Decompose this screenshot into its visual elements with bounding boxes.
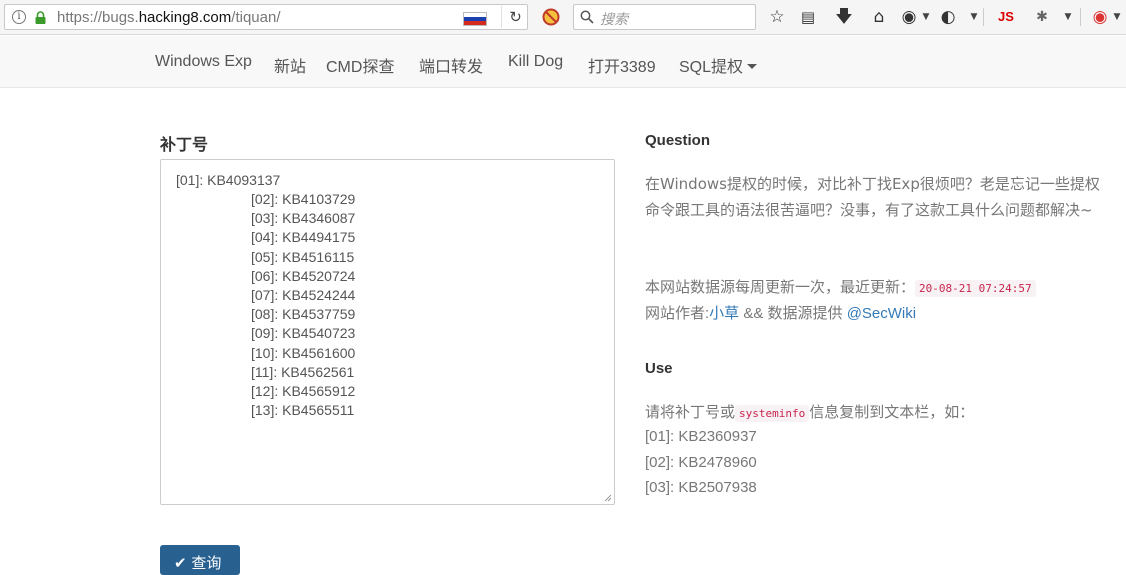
address-bar[interactable]: i https://bugs.hacking8.com/tiquan/ ↻ bbox=[4, 4, 528, 30]
kb-line: [13]: KB4565511 bbox=[251, 402, 355, 418]
resize-grip-icon[interactable] bbox=[604, 494, 612, 502]
patch-title: 补丁号 bbox=[160, 135, 209, 154]
query-label: 查询 bbox=[191, 554, 222, 572]
search-placeholder: 搜索 bbox=[600, 12, 628, 28]
kb-line: [07]: KB4524244 bbox=[251, 287, 356, 303]
author-prefix: 网站作者: bbox=[645, 305, 710, 322]
palette-icon[interactable]: ◐ bbox=[937, 6, 959, 28]
secwiki-link[interactable]: @SecWiki bbox=[847, 305, 916, 322]
url-text[interactable]: https://bugs.hacking8.com/tiquan/ bbox=[57, 9, 281, 26]
chevron-down-icon[interactable]: ▼ bbox=[915, 6, 937, 28]
kb-line: [10]: KB4561600 bbox=[251, 345, 356, 361]
russia-flag-icon[interactable] bbox=[463, 12, 487, 26]
nav-windows-exp[interactable]: Windows Exp bbox=[155, 53, 252, 71]
reading-list-icon[interactable]: ▤ bbox=[797, 6, 819, 28]
use-instruction: 请将补丁号或 systeminfo 信息复制到文本栏，如： bbox=[645, 401, 974, 422]
toolbar-divider bbox=[983, 8, 984, 26]
author-line: 网站作者:小草 && 数据源提供 @SecWiki bbox=[645, 302, 916, 323]
systeminfo-code: systeminfo bbox=[735, 405, 810, 422]
lock-icon bbox=[35, 11, 46, 24]
update-timestamp: 20-08-21 07:24:57 bbox=[915, 280, 1036, 297]
home-icon[interactable]: ⌂ bbox=[868, 6, 890, 28]
example-line: [01]: KB2360937 bbox=[645, 428, 757, 445]
kb-line: [03]: KB4346087 bbox=[251, 210, 356, 226]
author-mid: && 数据源提供 bbox=[739, 305, 847, 322]
info-icon[interactable]: i bbox=[12, 10, 26, 24]
use-suffix: 信息复制到文本栏，如： bbox=[809, 404, 975, 421]
nav-kill-dog[interactable]: Kill Dog bbox=[508, 53, 563, 71]
nav-new-site[interactable]: 新站 bbox=[274, 53, 306, 77]
nav-open-3389[interactable]: 打开3389 bbox=[588, 53, 656, 77]
author-link[interactable]: 小草 bbox=[709, 305, 739, 322]
question-heading: Question bbox=[645, 132, 711, 149]
nav-port-forward[interactable]: 端口转发 bbox=[419, 53, 483, 77]
kb-line: [12]: KB4565912 bbox=[251, 383, 356, 399]
use-prefix: 请将补丁号或 bbox=[645, 404, 736, 421]
nav-cmd-probe[interactable]: CMD探查 bbox=[326, 53, 394, 77]
reload-icon[interactable]: ↻ bbox=[501, 6, 529, 28]
use-heading: Use bbox=[645, 360, 673, 377]
bookmark-star-icon[interactable]: ☆ bbox=[766, 6, 788, 28]
browser-toolbar: i https://bugs.hacking8.com/tiquan/ ↻ 搜索… bbox=[0, 0, 1126, 35]
search-icon bbox=[580, 10, 594, 24]
example-line: [02]: KB2478960 bbox=[645, 454, 757, 471]
chevron-down-icon[interactable]: ▼ bbox=[1106, 6, 1126, 28]
kb-line: [06]: KB4520724 bbox=[251, 268, 356, 284]
kb-line: [09]: KB4540723 bbox=[251, 325, 356, 341]
site-navbar: Windows Exp 新站 CMD探查 端口转发 Kill Dog 打开338… bbox=[0, 36, 1126, 88]
patch-textarea[interactable]: [01]: KB4093137 [02]: KB4103729 [03]: KB… bbox=[160, 159, 615, 505]
nav-sql-label: SQL提权 bbox=[679, 59, 744, 76]
download-icon[interactable]: 🡇 bbox=[833, 6, 855, 28]
kb-line: [08]: KB4537759 bbox=[251, 306, 356, 322]
update-prefix: 本网站数据源每周更新一次，最近更新： bbox=[645, 279, 916, 296]
nav-sql-privesc-dropdown[interactable]: SQL提权 bbox=[679, 53, 758, 77]
js-toggle-icon[interactable]: JS bbox=[995, 6, 1017, 28]
update-line: 本网站数据源每周更新一次，最近更新： 20-08-21 07:24:57 bbox=[645, 276, 1036, 297]
question-text: 在Windows提权的时候，对比补丁找Exp很烦吧？老是忘记一些提权命令跟工具的… bbox=[645, 175, 1100, 219]
example-line: [03]: KB2507938 bbox=[645, 479, 757, 496]
kb-line: [05]: KB4516115 bbox=[251, 249, 355, 265]
caret-down-icon bbox=[747, 64, 758, 69]
kb-line: [11]: KB4562561 bbox=[251, 364, 355, 380]
query-button[interactable]: ✔ 查询 bbox=[160, 545, 240, 575]
bug-icon[interactable]: ✱ bbox=[1031, 6, 1053, 28]
search-bar[interactable]: 搜索 bbox=[573, 4, 756, 30]
kb-line: [04]: KB4494175 bbox=[251, 229, 356, 245]
chevron-down-icon[interactable]: ▼ bbox=[963, 6, 985, 28]
check-icon: ✔ bbox=[174, 554, 187, 572]
toolbar-divider bbox=[1080, 8, 1081, 26]
kb-line: [01]: KB4093137 bbox=[176, 172, 281, 188]
chevron-down-icon[interactable]: ▼ bbox=[1057, 6, 1079, 28]
block-addon-icon[interactable] bbox=[542, 8, 560, 26]
kb-line: [02]: KB4103729 bbox=[251, 191, 356, 207]
